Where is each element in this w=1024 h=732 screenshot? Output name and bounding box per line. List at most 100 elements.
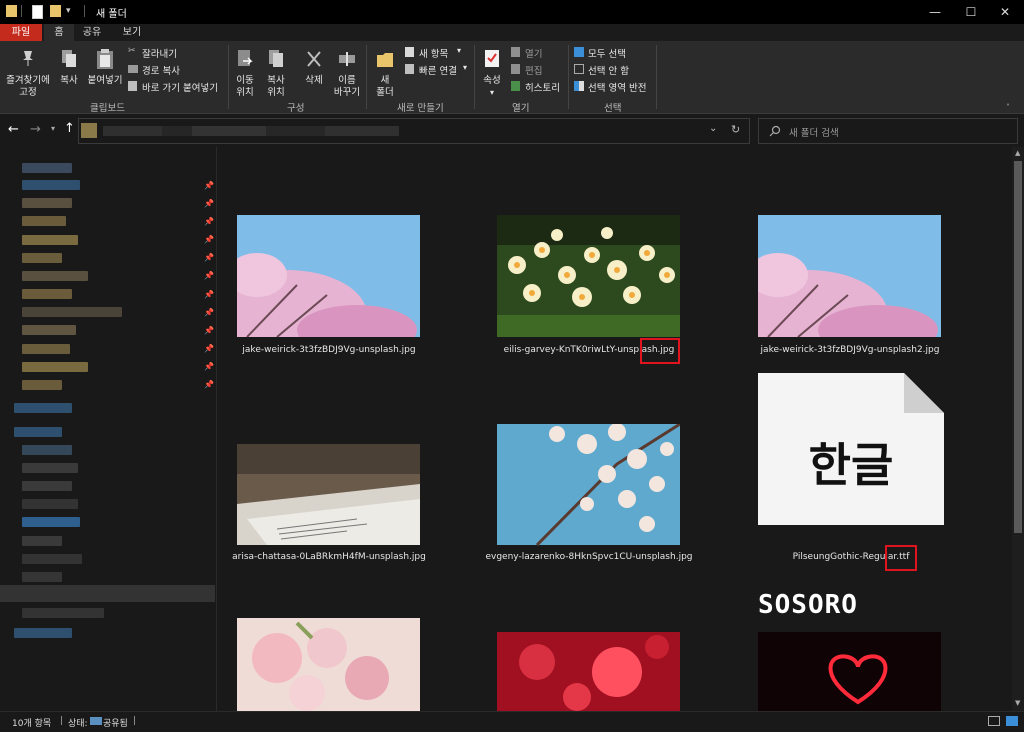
invert-selection-button[interactable]: 선택 영역 반전 [574, 80, 654, 94]
nav-item-blurred[interactable] [14, 403, 72, 413]
nav-item-blurred[interactable] [22, 271, 88, 281]
delete-icon [307, 51, 321, 67]
select-none-button[interactable]: 선택 안 함 [574, 63, 654, 77]
scrollbar-thumb[interactable] [1014, 161, 1022, 533]
tab-home[interactable]: 홈 [44, 24, 74, 41]
nav-item-blurred[interactable] [22, 216, 66, 226]
up-arrow-icon[interactable]: ↑ [64, 121, 75, 136]
file-item[interactable]: jake-weirick-3t3fzBDJ9Vg-unsplash2.jpg [758, 215, 941, 360]
new-item-button[interactable]: 새 항목 ▾ [405, 46, 469, 60]
nav-item-blurred[interactable] [14, 628, 72, 638]
scroll-up-icon[interactable]: ▲ [1015, 149, 1020, 157]
select-none-icon [574, 64, 584, 74]
copy-to-label-2: 위치 [267, 87, 285, 98]
new-item-icon [405, 47, 414, 57]
file-item[interactable]: eilis-garvey-KnTK0riwLtY-unsplash.jpg [497, 215, 680, 364]
copy-path-button[interactable]: 경로 복사 [128, 63, 224, 77]
cut-button[interactable]: ✂ 잘라내기 [128, 46, 224, 60]
open-button[interactable]: 열기 [511, 46, 561, 60]
properties-quick-icon[interactable] [32, 5, 43, 19]
file-item[interactable]: jake-weirick-3t3fzBDJ9Vg-unsplash.jpg [237, 215, 420, 360]
back-arrow-icon[interactable]: ← [8, 122, 19, 137]
properties-icon [485, 50, 499, 67]
refresh-icon[interactable]: ↻ [731, 123, 740, 136]
nav-item-blurred[interactable] [22, 445, 72, 455]
nav-item-blurred[interactable] [22, 163, 72, 173]
nav-item-blurred[interactable] [22, 307, 122, 317]
scroll-down-icon[interactable]: ▼ [1015, 699, 1020, 707]
forward-arrow-icon[interactable]: → [30, 122, 41, 137]
select-none-label: 선택 안 함 [588, 66, 629, 77]
search-box[interactable]: 새 폴더 검색 [758, 118, 1018, 144]
file-item[interactable] [497, 632, 680, 711]
image-thumbnail [758, 215, 941, 337]
file-item[interactable]: arisa-chattasa-0LaBRkmH4fM-unsplash.jpg [232, 444, 426, 568]
file-item[interactable]: SOSORO [758, 590, 941, 711]
nav-item-blurred[interactable] [22, 517, 80, 527]
edit-label: 편집 [525, 66, 543, 77]
quick-access-dropdown-icon[interactable]: ▾ [66, 6, 71, 16]
new-folder-label-2: 폴더 [376, 87, 394, 98]
nav-item-blurred[interactable] [22, 554, 82, 564]
chevron-down-icon[interactable]: ⌄ [709, 123, 717, 134]
move-to-button[interactable]: 이동 위치 [232, 45, 258, 99]
new-folder-quick-icon[interactable] [50, 5, 61, 17]
nav-item-blurred[interactable] [22, 235, 78, 245]
easy-access-button[interactable]: 빠른 연결 ▾ [405, 63, 469, 77]
close-button[interactable]: ✕ [988, 2, 1022, 22]
copy-button[interactable]: 복사 [54, 45, 84, 99]
nav-item-blurred[interactable] [22, 180, 80, 190]
navigation-pane[interactable]: 📌 📌 📌 📌 📌 📌 📌 📌 📌 📌 📌 📌 [0, 147, 217, 711]
copy-to-button[interactable]: 복사 위치 [262, 45, 290, 99]
nav-item-blurred[interactable] [22, 499, 78, 509]
file-item[interactable] [237, 618, 420, 711]
rename-button[interactable]: 이름 바꾸기 [332, 45, 362, 99]
collapse-ribbon-icon[interactable]: ˄ [1006, 103, 1010, 112]
group-label-new: 새로 만들기 [397, 103, 444, 114]
paste-shortcut-button[interactable]: 바로 가기 붙여넣기 [128, 80, 224, 94]
pin-to-quick-access-button[interactable]: 즐겨찾기에 고정 [4, 45, 52, 99]
new-folder-button[interactable]: 새 폴더 [370, 45, 400, 99]
group-divider [366, 45, 367, 109]
tab-file[interactable]: 파일 [0, 24, 42, 41]
recent-locations-icon[interactable]: ▾ [51, 124, 55, 133]
details-view-icon[interactable] [988, 716, 1000, 726]
divider: | [60, 716, 64, 726]
large-icons-view-icon[interactable] [1006, 716, 1018, 726]
select-all-button[interactable]: 모두 선택 [574, 46, 654, 60]
file-item[interactable]: 한글 PilseungGothic-Regular.ttf [758, 373, 944, 571]
minimize-button[interactable]: — [918, 2, 952, 22]
nav-item-blurred[interactable] [22, 608, 104, 618]
paste-button[interactable]: 붙여넣기 [86, 45, 124, 99]
nav-item-blurred[interactable] [22, 362, 88, 372]
edit-button[interactable]: 편집 [511, 63, 561, 77]
maximize-button[interactable]: ☐ [954, 2, 988, 22]
nav-item-blurred[interactable] [22, 572, 62, 582]
address-bar[interactable]: ⌄ ↻ [78, 118, 750, 144]
nav-item-blurred[interactable] [22, 289, 72, 299]
properties-button[interactable]: 속성 ▾ [478, 45, 506, 99]
nav-item-blurred[interactable] [22, 380, 62, 390]
delete-button[interactable]: 삭제 [300, 45, 328, 99]
nav-item-blurred[interactable] [22, 463, 78, 473]
nav-item-blurred[interactable] [22, 325, 76, 335]
cut-label: 잘라내기 [142, 49, 177, 60]
pin-label-2: 고정 [19, 87, 37, 98]
image-thumbnail [758, 632, 941, 711]
nav-item-blurred[interactable] [22, 198, 72, 208]
divider [84, 5, 85, 17]
nav-item-blurred[interactable] [14, 427, 62, 437]
nav-item-blurred[interactable] [22, 481, 72, 491]
tab-view[interactable]: 보기 [112, 24, 152, 41]
tab-share[interactable]: 공유 [76, 24, 108, 41]
search-icon [769, 125, 781, 137]
history-button[interactable]: 히스토리 [511, 80, 567, 94]
file-item[interactable]: evgeny-lazarenko-8HknSpvc1CU-unsplash.jp… [485, 424, 693, 568]
nav-item-selected[interactable] [0, 585, 215, 602]
nav-item-blurred[interactable] [22, 536, 62, 546]
nav-item-blurred[interactable] [22, 344, 70, 354]
nav-item-blurred[interactable] [22, 253, 62, 263]
vertical-scrollbar[interactable]: ▲ ▼ [1012, 147, 1024, 711]
file-grid[interactable]: jake-weirick-3t3fzBDJ9Vg-unsplash.jpg ei… [217, 147, 1012, 711]
copy-icon [62, 50, 76, 67]
